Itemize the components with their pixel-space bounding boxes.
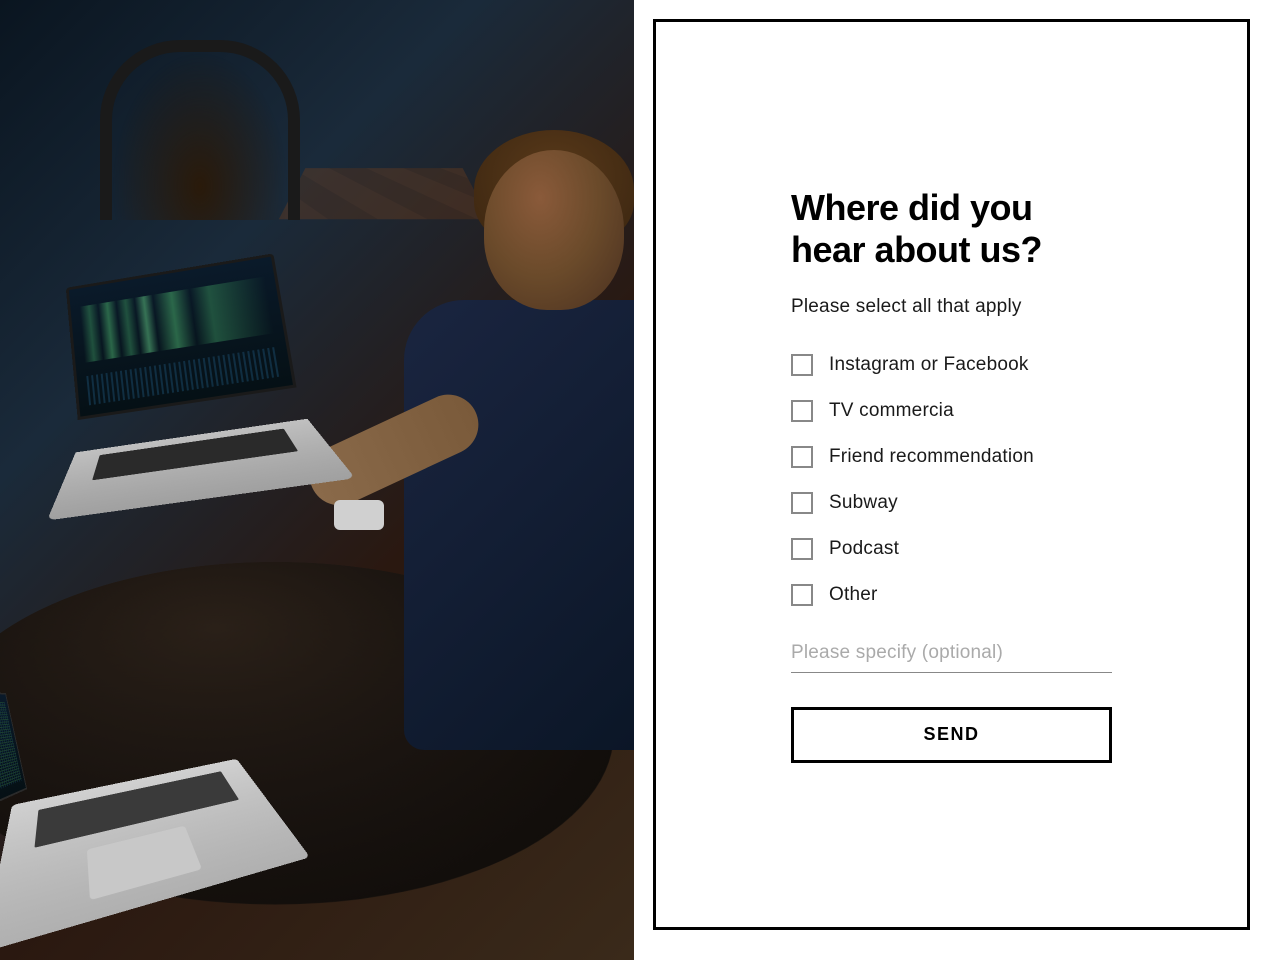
checkbox-option-other[interactable]: Other: [791, 584, 1112, 606]
checkbox-label: Other: [829, 584, 878, 606]
checkbox-label: Subway: [829, 492, 898, 514]
checkbox-icon: [791, 584, 813, 606]
form-panel: Where did you hear about us? Please sele…: [634, 0, 1280, 960]
checkbox-option-tv-commercial[interactable]: TV commercia: [791, 400, 1112, 422]
form-card: Where did you hear about us? Please sele…: [653, 19, 1250, 930]
checkbox-option-friend-recommendation[interactable]: Friend recommendation: [791, 446, 1112, 468]
checkbox-icon: [791, 538, 813, 560]
checkbox-label: TV commercia: [829, 400, 954, 422]
checkbox-label: Podcast: [829, 538, 899, 560]
hero-image: [0, 0, 634, 960]
checkbox-label: Friend recommendation: [829, 446, 1034, 468]
photo-scene: [0, 0, 634, 960]
checkbox-option-instagram-facebook[interactable]: Instagram or Facebook: [791, 354, 1112, 376]
checkbox-icon: [791, 354, 813, 376]
checkbox-group: Instagram or Facebook TV commercia Frien…: [791, 354, 1112, 606]
form-heading: Where did you hear about us?: [791, 187, 1112, 272]
specify-input[interactable]: [791, 636, 1112, 673]
send-button[interactable]: SEND: [791, 707, 1112, 763]
checkbox-label: Instagram or Facebook: [829, 354, 1029, 376]
checkbox-icon: [791, 492, 813, 514]
checkbox-icon: [791, 400, 813, 422]
form-subheading: Please select all that apply: [791, 296, 1112, 318]
checkbox-option-podcast[interactable]: Podcast: [791, 538, 1112, 560]
checkbox-icon: [791, 446, 813, 468]
checkbox-option-subway[interactable]: Subway: [791, 492, 1112, 514]
